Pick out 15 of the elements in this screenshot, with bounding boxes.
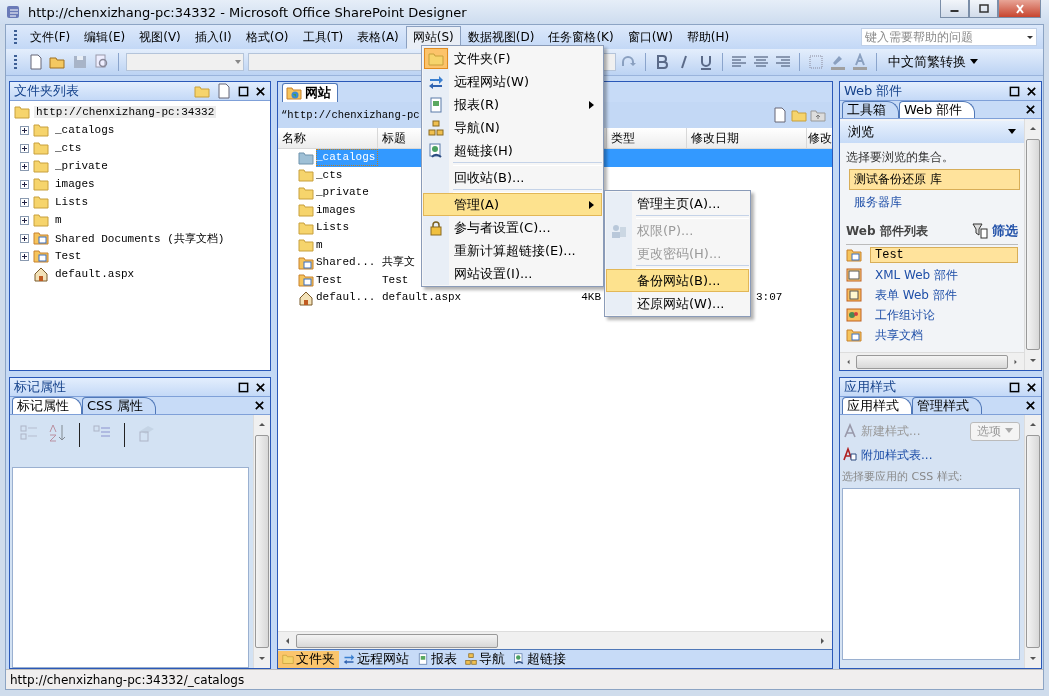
panel-title: 文件夹列表 — [14, 82, 80, 100]
status-text: http://chenxizhang-pc:34332/_catalogs — [10, 672, 245, 687]
panel-title: 应用样式 — [844, 378, 897, 396]
prompt-text: 选择要浏览的集合。 — [845, 149, 955, 166]
table-cell-text: Test — [382, 272, 409, 288]
list-title: Web 部件列表 — [846, 222, 929, 240]
site-path: “http://chenxizhang-pc — [281, 109, 420, 121]
table-cell-text: 4KB — [581, 290, 601, 306]
window-title: http://chenxizhang-pc:34332 - Microsoft Office SharePoint Designer — [28, 4, 467, 20]
table-cell-text: 3:07 — [756, 290, 783, 306]
panel-title: Web 部件 — [844, 82, 904, 100]
table-cell-text: default.aspx — [382, 290, 462, 306]
table-cell-text: 共享文 — [382, 255, 415, 271]
panel-title: 标记属性 — [14, 378, 67, 396]
prompt-text: 选择要应用的 CSS 样式: — [842, 469, 964, 484]
